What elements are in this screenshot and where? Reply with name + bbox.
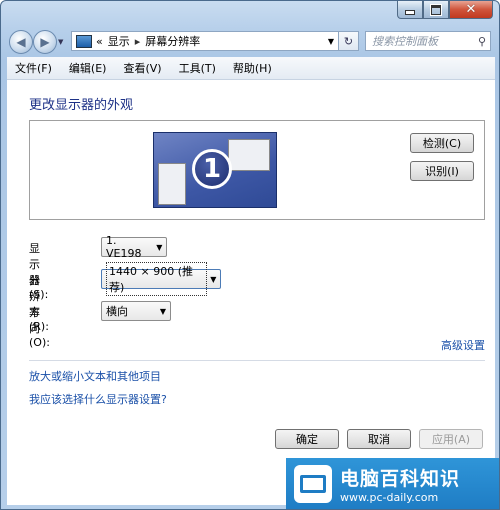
ok-button[interactable]: 确定 [275,429,339,449]
monitor-logo-icon [294,465,332,503]
forward-arrow-icon: ▶ [40,35,50,49]
chevron-down-icon: ▼ [210,274,217,284]
breadcrumb-display[interactable]: 显示 [108,33,130,49]
page-title: 更改显示器的外观 [29,98,134,113]
address-bar[interactable]: « 显示 ▸ 屏幕分辨率 ▼ [71,31,339,51]
maximize-button[interactable] [423,1,449,19]
maximize-icon [430,3,442,16]
orientation-label: 方向(O): [29,306,50,349]
advanced-settings-link[interactable]: 高级设置 [441,337,485,353]
minimize-icon [405,10,415,15]
menu-tools[interactable]: 工具(T) [171,60,225,76]
display-settings-window: ✕ ◀ ▶ ▼ « 显示 ▸ 屏幕分辨率 ▼ ↻ 搜索控制面板 ⚲ 文件(F) … [0,0,500,510]
display-select-value: 1. VE198 [106,234,142,260]
cancel-button[interactable]: 取消 [347,429,411,449]
resolution-select[interactable]: 1440 × 900 (推荐) ▼ [101,262,221,296]
chevron-down-icon: ▼ [159,306,167,316]
window-thumbnail [228,139,270,171]
watermark-url: www.pc-daily.com [340,491,439,504]
orientation-select[interactable]: 横向 ▼ [101,301,171,321]
refresh-button[interactable]: ↻ [339,31,359,51]
search-input[interactable]: 搜索控制面板 ⚲ [365,31,491,51]
detect-button[interactable]: 检测(C) [410,133,474,153]
recent-pages-dropdown-icon[interactable]: ▼ [58,38,63,46]
watermark-banner: 电脑百科知识 www.pc-daily.com [286,458,499,509]
forward-button[interactable]: ▶ [33,30,57,54]
title-bar: ✕ [1,1,499,27]
monitor-preview-panel: 1 检测(C) 识别(I) [29,120,485,220]
sidebar-thumbnail [158,163,186,205]
chevron-down-icon: ▼ [156,242,163,252]
navigation-row: ◀ ▶ ▼ « 显示 ▸ 屏幕分辨率 ▼ ↻ 搜索控制面板 ⚲ [7,29,495,55]
resolution-select-value: 1440 × 900 (推荐) [106,262,207,296]
refresh-icon: ↻ [343,34,354,48]
menu-edit[interactable]: 编辑(E) [61,60,116,76]
watermark-title: 电脑百科知识 [340,468,461,490]
identify-button[interactable]: 识别(I) [410,161,474,181]
close-button[interactable]: ✕ [449,1,493,19]
divider [29,360,485,361]
menu-file[interactable]: 文件(F) [7,60,61,76]
control-panel-icon [76,34,92,48]
breadcrumb-separator-icon[interactable]: ▸ [135,35,141,48]
which-display-settings-link[interactable]: 我应该选择什么显示器设置? [29,391,167,407]
orientation-select-value: 横向 [106,305,128,318]
menu-help[interactable]: 帮助(H) [225,60,281,76]
monitor-number-badge: 1 [192,149,232,189]
back-arrow-icon: ◀ [16,35,26,49]
caption-buttons: ✕ [397,1,493,19]
display-select[interactable]: 1. VE198 ▼ [101,234,167,260]
search-icon[interactable]: ⚲ [478,35,486,48]
breadcrumb-prefix[interactable]: « [96,35,103,48]
monitor-thumbnail[interactable]: 1 [153,132,277,208]
text-size-link[interactable]: 放大或缩小文本和其他项目 [29,368,161,384]
search-placeholder: 搜索控制面板 [372,35,438,48]
apply-button[interactable]: 应用(A) [419,429,483,449]
close-icon: ✕ [465,2,477,17]
address-dropdown-icon[interactable]: ▼ [328,37,334,46]
breadcrumb-screen-resolution[interactable]: 屏幕分辨率 [145,33,200,49]
content-area: 更改显示器的外观 1 检测(C) 识别(I) 显示器(S): 1. VE198 … [7,80,495,505]
menu-view[interactable]: 查看(V) [115,60,170,76]
back-button[interactable]: ◀ [9,30,33,54]
menu-bar: 文件(F) 编辑(E) 查看(V) 工具(T) 帮助(H) [7,57,495,80]
minimize-button[interactable] [397,1,423,19]
